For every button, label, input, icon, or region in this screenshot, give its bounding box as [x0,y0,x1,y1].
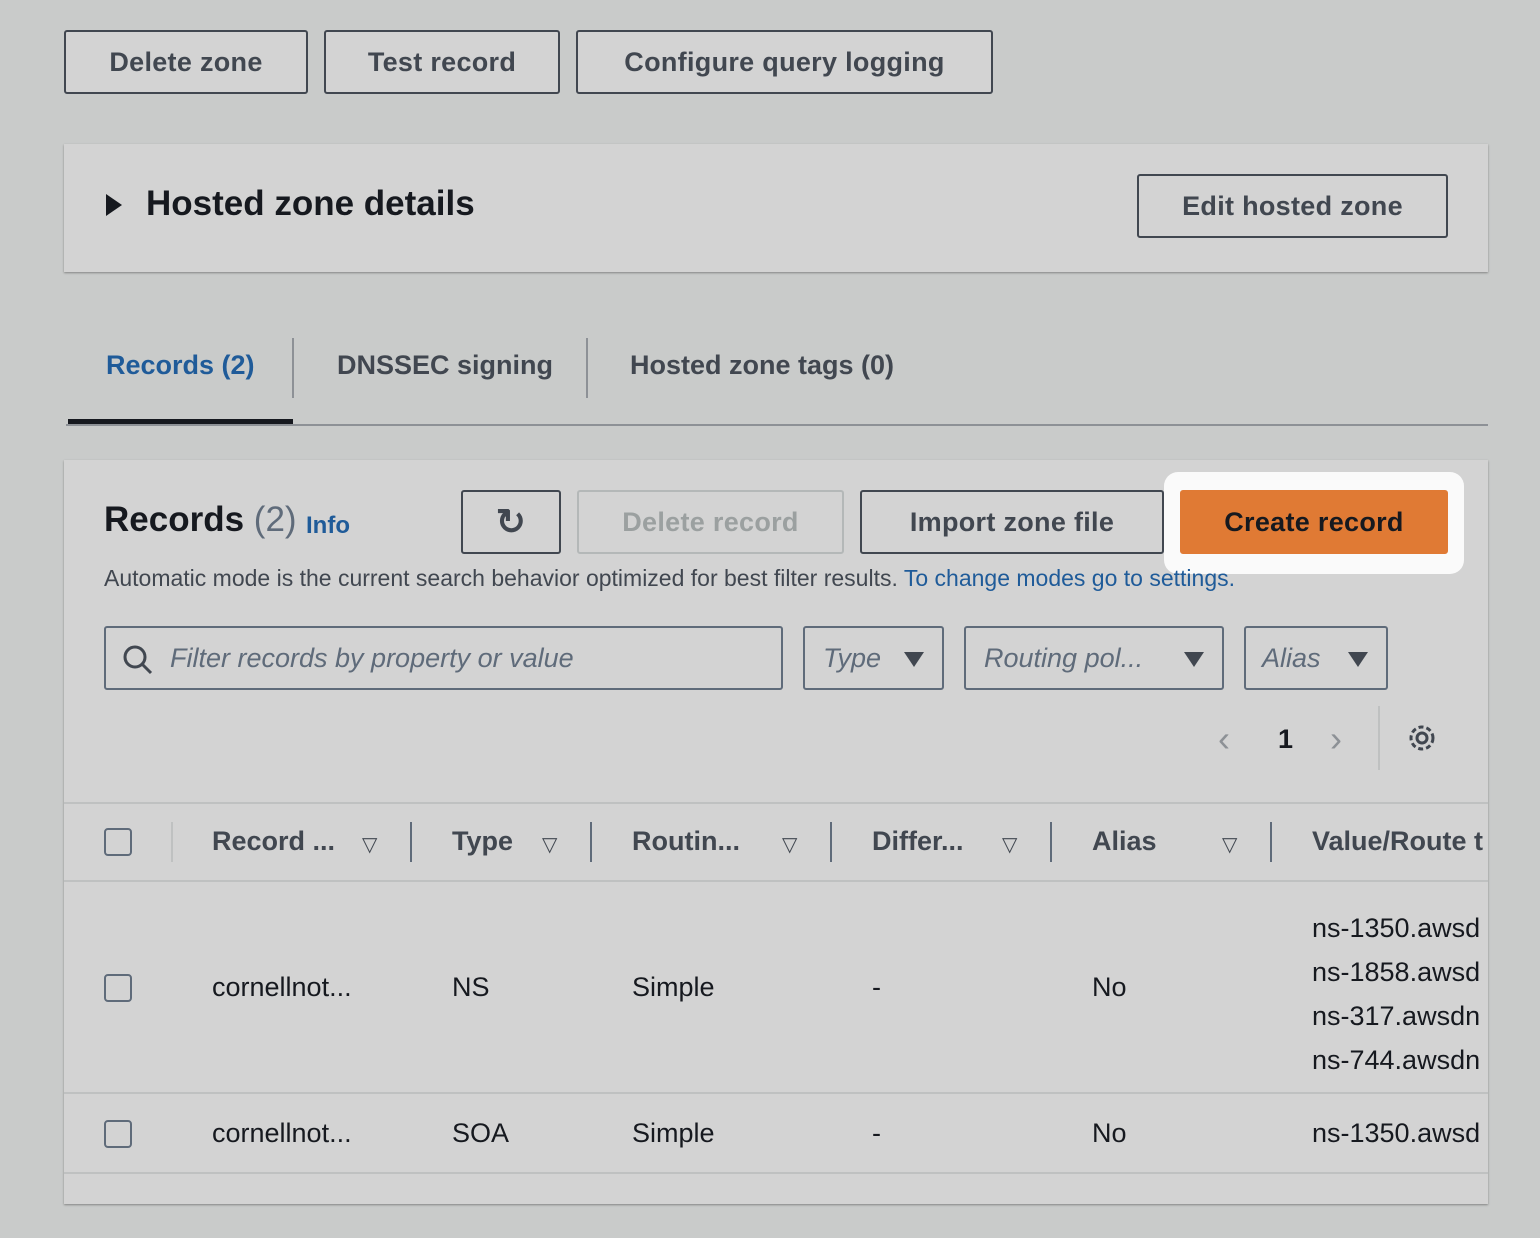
info-link[interactable]: Info [306,512,350,540]
tab-divider [292,338,294,398]
record-value: ns-1858.awsd [1312,957,1481,987]
record-type: SOA [452,1118,510,1148]
column-divider [171,822,173,862]
sort-icon[interactable]: ▽ [1002,832,1017,857]
record-type: NS [452,972,490,1002]
alias-filter-select[interactable]: Alias [1244,626,1388,690]
search-icon [123,645,153,675]
column-divider[interactable] [410,822,412,862]
caret-down-icon [1184,652,1204,667]
alias-filter-label: Alias [1262,642,1321,673]
record-value: ns-1350.awsd [1312,913,1481,943]
gear-icon[interactable] [1404,720,1440,756]
page-number[interactable]: 1 [1278,724,1293,755]
row-divider [64,1092,1488,1094]
row-divider [64,1172,1488,1174]
column-header-alias[interactable]: Alias [1092,826,1157,857]
refresh-button[interactable]: ↻ [461,490,561,554]
records-title-text: Records [104,500,245,539]
create-record-button[interactable]: Create record [1180,490,1448,554]
column-header-value[interactable]: Value/Route t [1312,826,1488,857]
record-value: ns-744.awsdn [1312,1045,1481,1075]
sort-icon[interactable]: ▽ [1222,832,1237,857]
sort-icon[interactable]: ▽ [542,832,557,857]
alias: No [1092,1118,1127,1148]
description-text: Automatic mode is the current search beh… [104,565,898,591]
record-name: cornellnot... [212,972,352,1002]
column-divider[interactable] [1050,822,1052,862]
column-divider[interactable] [830,822,832,862]
differentiator: - [872,1118,881,1148]
refresh-icon: ↻ [495,501,527,542]
test-record-button[interactable]: Test record [324,30,560,94]
record-values: ns-1350.awsd ns-1858.awsd ns-317.awsdn n… [1312,906,1488,1082]
table-top-border [64,802,1488,804]
import-zone-file-button[interactable]: Import zone file [860,490,1164,554]
routing-policy: Simple [632,972,715,1002]
routing-policy: Simple [632,1118,715,1148]
configure-query-logging-button[interactable]: Configure query logging [576,30,993,94]
column-header-routing[interactable]: Routin... [632,826,740,857]
delete-record-button[interactable]: Delete record [577,490,844,554]
pagination-divider [1378,706,1380,770]
caret-down-icon [904,652,924,667]
next-page-icon[interactable]: › [1330,718,1342,760]
edit-hosted-zone-button[interactable]: Edit hosted zone [1137,174,1448,238]
tab-dnssec-signing[interactable]: DNSSEC signing [337,350,553,381]
alias: No [1092,972,1127,1002]
delete-zone-button[interactable]: Delete zone [64,30,308,94]
header-bottom-border [64,880,1488,882]
expand-triangle-icon[interactable] [106,194,122,216]
filter-placeholder: Filter records by property or value [170,642,574,673]
column-header-type[interactable]: Type [452,826,513,857]
sort-icon[interactable]: ▽ [362,832,377,857]
select-all-checkbox[interactable] [104,828,132,856]
details-title[interactable]: Hosted zone details [146,184,475,224]
column-header-differentiator[interactable]: Differ... [872,826,964,857]
column-header-record-name[interactable]: Record ... [212,826,335,857]
settings-link[interactable]: To change modes go to settings. [904,565,1235,591]
row-checkbox[interactable] [104,1120,132,1148]
differentiator: - [872,972,881,1002]
records-count: (2) [253,500,297,539]
records-title: Records (2) [104,500,297,540]
record-value: ns-317.awsdn [1312,1001,1481,1031]
type-filter-label: Type [823,642,882,673]
routing-filter-label: Routing pol... [984,642,1144,673]
caret-down-icon [1348,652,1368,667]
tab-divider [586,338,588,398]
prev-page-icon[interactable]: ‹ [1218,718,1230,760]
column-divider[interactable] [590,822,592,862]
filter-records-input[interactable]: Filter records by property or value [104,626,783,690]
record-value: ns-1350.awsd [1312,1118,1481,1148]
tabs-baseline [66,424,1488,426]
tab-hosted-zone-tags[interactable]: Hosted zone tags (0) [630,350,894,381]
routing-policy-filter-select[interactable]: Routing pol... [964,626,1224,690]
record-name: cornellnot... [212,1118,352,1148]
column-divider[interactable] [1270,822,1272,862]
search-mode-description: Automatic mode is the current search beh… [104,565,1235,592]
tab-records[interactable]: Records (2) [106,350,255,381]
row-checkbox[interactable] [104,974,132,1002]
hosted-zone-details-panel: Hosted zone details Edit hosted zone [64,144,1488,272]
sort-icon[interactable]: ▽ [782,832,797,857]
active-tab-indicator [68,419,293,424]
type-filter-select[interactable]: Type [803,626,944,690]
